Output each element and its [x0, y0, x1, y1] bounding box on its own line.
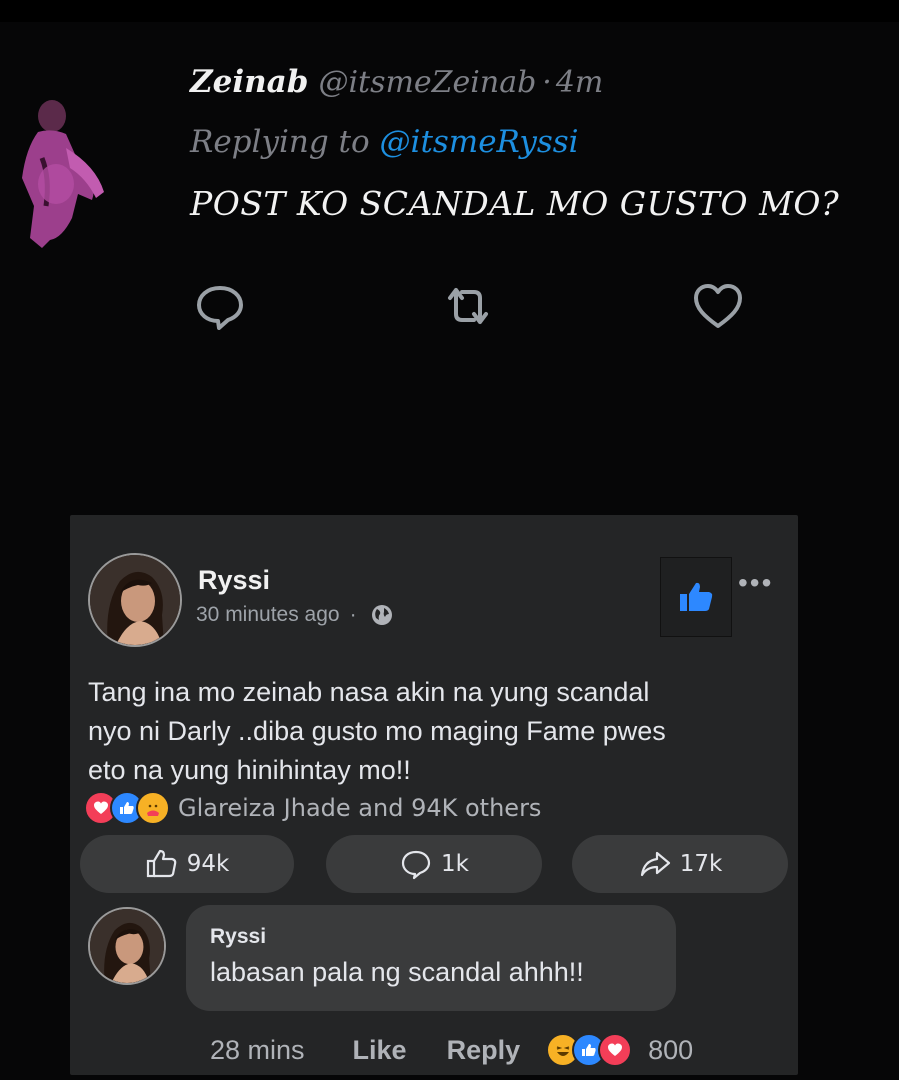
- tweet-author-handle[interactable]: @itsmeZeinab: [318, 65, 536, 100]
- comment-text: labasan pala ng scandal ahhh!!: [210, 957, 584, 987]
- comment-time[interactable]: 28 mins: [210, 1035, 305, 1066]
- post-text-line: Tang ina mo zeinab nasa akin na yung sca…: [88, 677, 650, 707]
- comment-like-link[interactable]: Like: [353, 1035, 407, 1066]
- thumbs-up-icon: [680, 582, 713, 611]
- tweet-avatar[interactable]: [12, 88, 122, 253]
- replying-prefix: Replying to: [190, 124, 370, 160]
- share-count: 17k: [679, 851, 723, 877]
- like-button[interactable]: 94k: [80, 835, 294, 893]
- comment-button[interactable]: 1k: [326, 835, 542, 893]
- post-text-line: eto na yung hinihintay mo!!: [88, 755, 411, 785]
- like-count: 94k: [186, 851, 230, 877]
- reply-icon[interactable]: [192, 278, 248, 334]
- post-author-name[interactable]: Ryssi: [198, 565, 270, 596]
- post-text-line: nyo ni Darly ..diba gusto mo maging Fame…: [88, 716, 666, 746]
- comment-reaction-count: 800: [648, 1034, 694, 1065]
- post-text: Tang ina mo zeinab nasa akin na yung sca…: [88, 673, 778, 790]
- share-icon: [640, 851, 670, 877]
- post-author-avatar[interactable]: [88, 553, 182, 647]
- post-separator: ·: [349, 603, 357, 626]
- tweet-author-name[interactable]: Zeinab: [190, 64, 308, 100]
- thumbs-up-outline-icon: [146, 849, 176, 878]
- more-options-icon[interactable]: •••: [738, 567, 773, 599]
- post-reactions-summary[interactable]: Glareiza Jhade and 94K others: [84, 791, 541, 825]
- post-meta: 30 minutes ago ·: [196, 603, 393, 627]
- page-like-button[interactable]: [660, 557, 732, 637]
- comment-bubble: Ryssi labasan pala ng scandal ahhh!!: [186, 905, 676, 1011]
- comment-count: 1k: [441, 851, 469, 877]
- facebook-post-card: Ryssi 30 minutes ago · ••• Tang ina mo z…: [70, 515, 798, 1075]
- post-time[interactable]: 30 minutes ago: [196, 603, 340, 627]
- tweet-separator: ·: [542, 65, 552, 100]
- tweet-time[interactable]: 4m: [556, 65, 604, 100]
- heart-icon[interactable]: [690, 278, 746, 334]
- comment-author-name[interactable]: Ryssi: [210, 925, 266, 949]
- top-strip: [0, 0, 899, 22]
- comment-author-avatar[interactable]: [88, 907, 166, 985]
- replying-handle[interactable]: @itsmeRyssi: [380, 124, 579, 160]
- comment-actions: 28 mins Like Reply 800: [210, 1033, 693, 1067]
- comment-reply-link[interactable]: Reply: [447, 1035, 521, 1066]
- globe-icon: [371, 605, 392, 625]
- care-icon: [136, 791, 170, 825]
- tweet-header: Zeinab @itsmeZeinab · 4m: [190, 64, 603, 100]
- comment-reactions[interactable]: 800: [546, 1033, 693, 1067]
- tweet-replying-to: Replying to @itsmeRyssi: [190, 124, 579, 160]
- love-icon: [598, 1033, 633, 1067]
- share-button[interactable]: 17k: [572, 835, 788, 893]
- tweet-text: POST KO SCANDAL MO GUSTO MO?: [190, 184, 840, 223]
- reactions-label[interactable]: Glareiza Jhade and 94K others: [178, 794, 541, 822]
- comment-icon: [401, 850, 431, 880]
- retweet-icon[interactable]: [440, 278, 496, 334]
